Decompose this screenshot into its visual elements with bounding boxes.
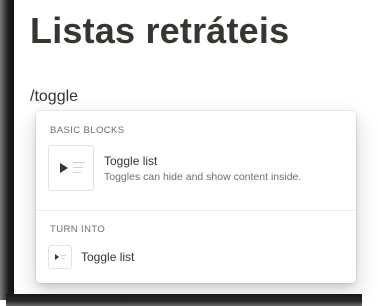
turn-into-item-toggle-list[interactable]: Toggle list <box>44 245 348 269</box>
turn-into-item-title: Toggle list <box>81 250 135 264</box>
menu-item-description: Toggles can hide and show content inside… <box>104 170 302 183</box>
section-label-basic-blocks: BASIC BLOCKS <box>50 125 125 136</box>
section-label-turn-into: TURN INTO <box>50 224 106 235</box>
slash-command-menu: BASIC BLOCKS Toggle list Toggles can hid… <box>36 111 356 283</box>
section-divider <box>36 210 356 211</box>
toggle-list-icon <box>48 245 72 269</box>
slash-command-input[interactable]: /toggle <box>30 88 78 106</box>
frame-shadow-bottom <box>6 294 362 306</box>
frame-shadow-left <box>0 0 14 300</box>
screenshot-frame: Listas retráteis /toggle BASIC BLOCKS To… <box>0 0 378 306</box>
menu-item-toggle-list[interactable]: Toggle list Toggles can hide and show co… <box>44 145 348 191</box>
toggle-list-icon <box>48 145 94 191</box>
notion-page: Listas retráteis /toggle BASIC BLOCKS To… <box>14 0 370 294</box>
page-title[interactable]: Listas retráteis <box>30 10 289 52</box>
menu-item-title: Toggle list <box>104 153 158 168</box>
